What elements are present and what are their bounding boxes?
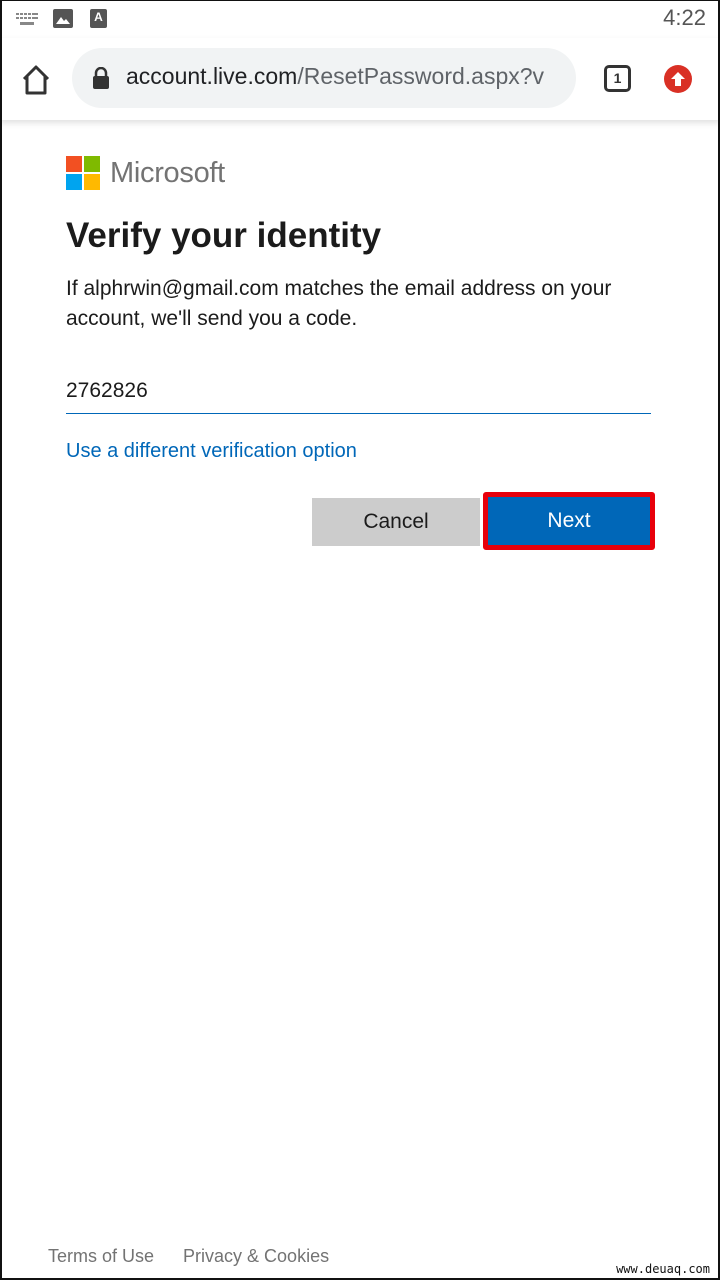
- url-host: account.live.com: [126, 63, 298, 89]
- terms-of-use-link[interactable]: Terms of Use: [48, 1246, 154, 1267]
- update-button[interactable]: [664, 65, 692, 93]
- microsoft-wordmark: Microsoft: [110, 156, 225, 189]
- description-text: If alphrwin@gmail.com matches the email …: [66, 277, 612, 330]
- home-icon: [22, 65, 50, 95]
- watermark: www.deuaq.com: [616, 1262, 710, 1276]
- address-bar[interactable]: account.live.com/ResetPassword.aspx?v: [72, 48, 576, 108]
- footer: Terms of Use Privacy & Cookies: [48, 1246, 329, 1267]
- keyboard-icon: [16, 13, 38, 25]
- screen-frame: [0, 0, 720, 1280]
- status-bar: A 4:22: [0, 0, 720, 38]
- page-title: Verify your identity: [66, 216, 382, 255]
- update-icon: [671, 72, 685, 86]
- microsoft-logo-icon: [66, 156, 100, 190]
- different-verification-option-link[interactable]: Use a different verification option: [66, 440, 357, 463]
- verification-code-input[interactable]: [66, 368, 651, 414]
- microsoft-logo: Microsoft: [66, 155, 225, 191]
- image-icon: [53, 9, 73, 28]
- tab-count: 1: [613, 70, 622, 86]
- lock-icon: [93, 67, 109, 89]
- browser-toolbar: account.live.com/ResetPassword.aspx?v 1: [0, 38, 720, 120]
- text-a-icon: A: [90, 9, 107, 28]
- url-path: /ResetPassword.aspx?v: [297, 63, 545, 89]
- url-text: account.live.com/ResetPassword.aspx?v: [126, 63, 566, 90]
- cancel-button[interactable]: Cancel: [312, 498, 480, 546]
- home-button[interactable]: [18, 62, 54, 98]
- privacy-cookies-link[interactable]: Privacy & Cookies: [183, 1246, 329, 1267]
- status-time: 4:22: [663, 5, 706, 30]
- tab-switcher-button[interactable]: 1: [604, 65, 631, 92]
- next-button[interactable]: Next: [483, 492, 655, 550]
